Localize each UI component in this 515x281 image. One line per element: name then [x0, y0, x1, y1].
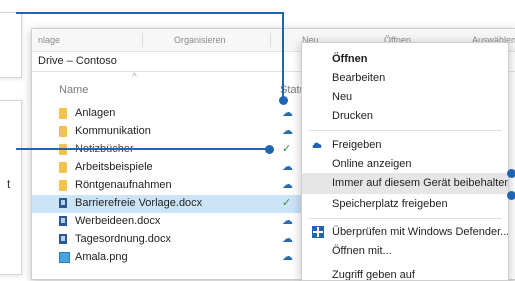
- column-header-name[interactable]: Name: [59, 84, 88, 96]
- file-explorer-window: nlage Organisieren Neu Öffnen Auswählen …: [31, 28, 515, 281]
- cloud-status-icon: ☁: [282, 125, 293, 137]
- menu-item-label: Zugriff geben auf: [332, 269, 415, 281]
- partial-text: t: [7, 177, 11, 191]
- menu-item-label: Neu: [332, 91, 353, 103]
- menu-item-defender[interactable]: Überprüfen mit Windows Defender...: [302, 222, 508, 243]
- callout-line-top: [16, 12, 284, 14]
- cloud-status-icon: ☁: [282, 215, 293, 227]
- background-panel-top: [0, 12, 22, 78]
- file-name: Amala.png: [75, 251, 128, 263]
- callout-dot: [279, 96, 288, 105]
- callout-dot: [507, 191, 515, 200]
- file-name: Werbeideen.docx: [75, 215, 161, 227]
- file-row[interactable]: Kommunikation ☁: [32, 123, 302, 141]
- synced-check-icon: ✓: [282, 197, 292, 209]
- menu-item-bearbeiten[interactable]: Bearbeiten: [302, 68, 508, 89]
- menu-item-speicherplatz-freigeben[interactable]: Speicherplatz freigeben: [302, 194, 508, 215]
- ribbon-separator: [270, 33, 271, 47]
- folder-icon: [59, 162, 67, 173]
- callout-dot: [265, 145, 274, 154]
- file-row[interactable]: Röntgenaufnahmen ☁: [32, 177, 302, 195]
- sort-caret-icon[interactable]: ^: [132, 72, 137, 83]
- onedrive-cloud-icon: [312, 140, 322, 150]
- file-row[interactable]: Anlagen ☁: [32, 105, 302, 123]
- background-panel-bottom: t: [0, 100, 22, 275]
- synced-check-icon: ✓: [282, 143, 292, 155]
- cloud-status-icon: ☁: [282, 161, 293, 173]
- menu-item-label: Überprüfen mit Windows Defender...: [332, 226, 509, 238]
- callout-dot: [507, 169, 515, 178]
- menu-item-zugriff-geben[interactable]: Zugriff geben auf: [302, 265, 508, 281]
- file-row[interactable]: Werbeideen.docx ☁: [32, 213, 302, 231]
- menu-item-immer-beibehalten[interactable]: Immer auf diesem Gerät beibehalten: [302, 173, 508, 194]
- menu-item-drucken[interactable]: Drucken: [302, 106, 508, 127]
- menu-separator: [308, 218, 502, 219]
- context-menu: Öffnen Bearbeiten Neu Drucken Freigeben …: [301, 42, 509, 281]
- menu-item-freigeben[interactable]: Freigeben: [302, 135, 508, 156]
- folder-icon: [59, 180, 67, 191]
- menu-item-label: Immer auf diesem Gerät beibehalten: [332, 177, 509, 189]
- folder-icon: [59, 108, 67, 119]
- menu-separator: [308, 130, 502, 131]
- word-document-icon: [59, 198, 67, 208]
- cloud-status-icon: ☁: [282, 233, 293, 245]
- menu-item-neu[interactable]: Neu: [302, 87, 508, 108]
- file-name: Barrierefreie Vorlage.docx: [75, 197, 203, 209]
- defender-shield-icon: [312, 226, 324, 238]
- menu-item-label: Öffnen mit...: [332, 245, 392, 257]
- menu-item-oeffnen[interactable]: Öffnen: [302, 49, 508, 70]
- callout-line-top-vertical: [282, 12, 284, 100]
- file-name: Arbeitsbeispiele: [75, 161, 153, 173]
- file-name: Anlagen: [75, 107, 116, 119]
- menu-item-label: Freigeben: [332, 139, 382, 151]
- file-name: Kommunikation: [75, 125, 151, 137]
- file-row-selected[interactable]: Barrierefreie Vorlage.docx ✓: [32, 195, 302, 213]
- file-row[interactable]: Notizbücher ✓: [32, 141, 302, 159]
- menu-item-oeffnen-mit[interactable]: Öffnen mit...: [302, 241, 508, 262]
- word-document-icon: [59, 216, 67, 226]
- image-file-icon: [59, 252, 70, 263]
- ribbon-item-organisieren[interactable]: Organisieren: [174, 35, 226, 45]
- menu-item-label: Bearbeiten: [332, 72, 386, 84]
- menu-item-online-anzeigen[interactable]: Online anzeigen: [302, 154, 508, 175]
- menu-item-label: Speicherplatz freigeben: [332, 198, 448, 210]
- menu-item-label: Drucken: [332, 110, 373, 122]
- file-name: Röntgenaufnahmen: [75, 179, 172, 191]
- file-row[interactable]: Arbeitsbeispiele ☁: [32, 159, 302, 177]
- folder-icon: [59, 126, 67, 137]
- file-row[interactable]: Tagesordnung.docx ☁: [32, 231, 302, 249]
- callout-line-middle: [16, 148, 268, 150]
- cloud-status-icon: ☁: [282, 179, 293, 191]
- breadcrumb-path: Drive – Contoso: [38, 55, 117, 67]
- menu-item-label: Online anzeigen: [332, 158, 412, 170]
- menu-item-label: Öffnen: [332, 53, 368, 65]
- word-document-icon: [59, 234, 67, 244]
- cloud-status-icon: ☁: [282, 251, 293, 263]
- file-row[interactable]: Amala.png ☁: [32, 249, 302, 267]
- cloud-status-icon: ☁: [282, 107, 293, 119]
- ribbon-item-anlage[interactable]: nlage: [38, 35, 60, 45]
- file-name: Tagesordnung.docx: [75, 233, 172, 245]
- ribbon-separator: [142, 33, 143, 47]
